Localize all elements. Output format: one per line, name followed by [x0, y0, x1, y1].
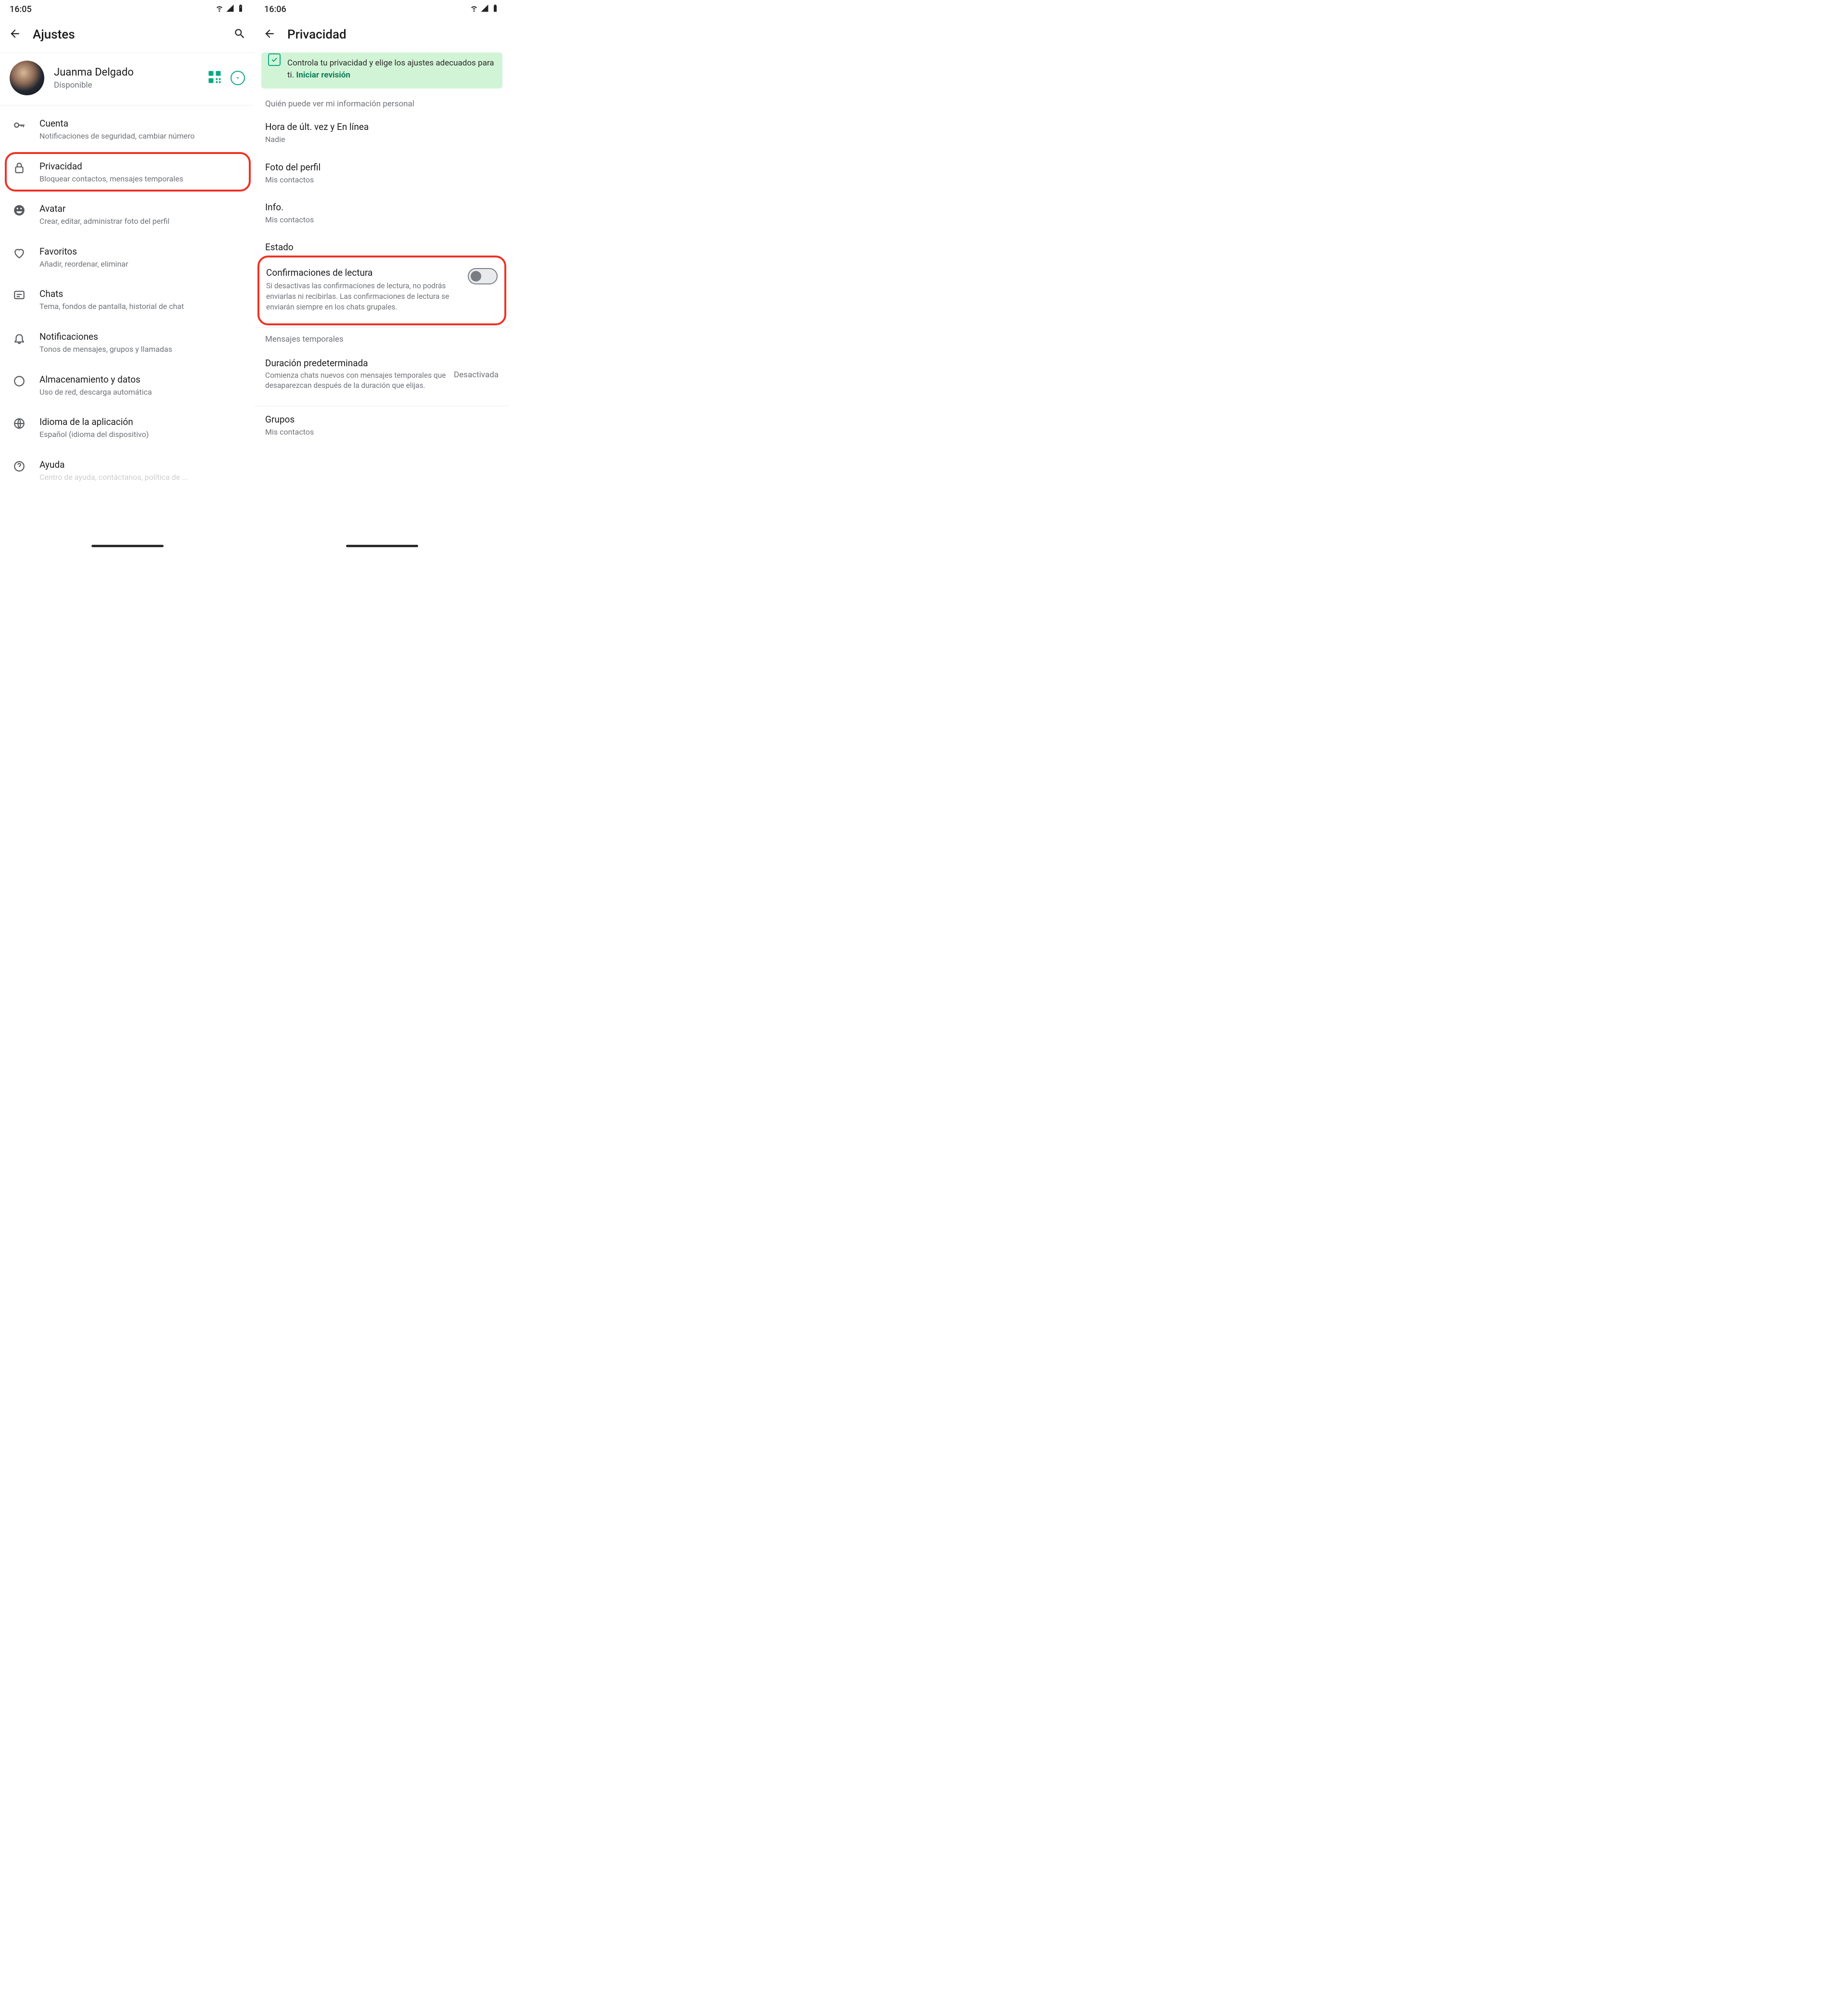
chat-icon — [12, 288, 27, 302]
help-icon — [12, 459, 27, 473]
section-header-personal: Quién puede ver mi información personal — [255, 92, 509, 114]
item-title: Avatar — [39, 203, 245, 214]
appbar-left: Ajustes — [0, 18, 255, 52]
nav-handle[interactable] — [0, 545, 255, 547]
settings-item-notificaciones[interactable]: Notificaciones Tonos de mensajes, grupos… — [0, 321, 255, 364]
item-value: Nadie — [265, 134, 499, 145]
privacy-item-profilephoto[interactable]: Foto del perfil Mis contactos — [255, 154, 509, 194]
settings-item-privacidad[interactable]: Privacidad Bloquear contactos, mensajes … — [0, 151, 255, 194]
appbar-right: Privacidad — [255, 18, 509, 52]
profile-row[interactable]: Juanma Delgado Disponible — [0, 53, 255, 105]
statusbar-left: 16:05 — [0, 0, 255, 18]
item-subtitle: Tema, fondos de pantalla, historial de c… — [39, 301, 245, 312]
chevron-down-icon[interactable] — [231, 71, 245, 85]
cellular-icon — [480, 4, 489, 15]
bell-icon — [12, 331, 27, 345]
wifi-icon — [470, 4, 478, 15]
battery-icon — [236, 4, 245, 15]
item-title: Grupos — [265, 414, 499, 425]
section-header-temp: Mensajes temporales — [255, 328, 509, 349]
privacy-item-info[interactable]: Info. Mis contactos — [255, 194, 509, 234]
privacy-item-read-receipts[interactable]: Confirmaciones de lectura Si desactivas … — [261, 258, 502, 322]
privacy-item-duration[interactable]: Duración predeterminada Comienza chats n… — [255, 349, 509, 401]
privacy-banner[interactable]: Controla tu privacidad y elige los ajust… — [261, 52, 502, 89]
settings-item-favoritos[interactable]: Favoritos Añadir, reordenar, eliminar — [0, 236, 255, 279]
settings-item-idioma[interactable]: Idioma de la aplicación Español (idioma … — [0, 407, 255, 449]
item-title: Foto del perfil — [265, 162, 499, 173]
privacy-item-grupos[interactable]: Grupos Mis contactos — [255, 406, 509, 446]
avatar[interactable] — [10, 61, 44, 95]
settings-item-ayuda[interactable]: Ayuda Centro de ayuda, contáctanos, polí… — [0, 449, 255, 483]
battery-icon — [491, 4, 500, 15]
statusbar-right: 16:06 — [255, 0, 509, 18]
page-title: Ajustes — [33, 27, 222, 42]
status-time: 16:06 — [264, 4, 286, 14]
check-icon — [268, 53, 281, 66]
settings-item-chats[interactable]: Chats Tema, fondos de pantalla, historia… — [0, 279, 255, 321]
heart-icon — [12, 246, 27, 259]
status-time: 16:05 — [10, 4, 32, 14]
privacy-item-lastseen[interactable]: Hora de últ. vez y En línea Nadie — [255, 114, 509, 154]
face-icon — [12, 203, 27, 217]
item-subtitle: Añadir, reordenar, eliminar — [39, 259, 245, 270]
settings-item-almacenamiento[interactable]: Almacenamiento y datos Uso de red, desca… — [0, 364, 255, 407]
item-subtitle: Centro de ayuda, contáctanos, política d… — [39, 472, 245, 483]
item-title: Duración predeterminada — [265, 358, 446, 369]
item-description: Comienza chats nuevos con mensajes tempo… — [265, 371, 446, 391]
item-title: Notificaciones — [39, 331, 245, 342]
item-subtitle: Tonos de mensajes, grupos y llamadas — [39, 344, 245, 355]
banner-link[interactable]: Iniciar revisión — [296, 70, 350, 80]
item-title: Favoritos — [39, 246, 245, 257]
item-title: Info. — [265, 202, 499, 213]
back-icon[interactable] — [9, 27, 21, 42]
item-state: Desactivada — [454, 358, 499, 380]
privacy-item-estado[interactable]: Estado — [255, 234, 509, 258]
item-title: Cuenta — [39, 118, 245, 129]
item-description: Si desactivas las confirmaciones de lect… — [266, 281, 461, 312]
status-icons — [215, 4, 245, 15]
item-title: Hora de últ. vez y En línea — [265, 121, 499, 132]
item-subtitle: Bloquear contactos, mensajes temporales — [39, 174, 245, 184]
item-subtitle: Crear, editar, administrar foto del perf… — [39, 216, 245, 227]
item-value: Mis contactos — [265, 215, 499, 225]
nav-handle[interactable] — [255, 545, 509, 547]
qr-icon[interactable] — [207, 70, 222, 86]
item-title: Estado — [265, 242, 499, 253]
status-icons — [470, 4, 500, 15]
item-title: Almacenamiento y datos — [39, 374, 245, 385]
item-subtitle: Uso de red, descarga automática — [39, 387, 245, 398]
page-title: Privacidad — [287, 27, 500, 42]
storage-icon — [12, 374, 27, 387]
profile-name: Juanma Delgado — [54, 66, 198, 78]
item-title: Ayuda — [39, 459, 245, 470]
item-subtitle: Notificaciones de seguridad, cambiar núm… — [39, 131, 245, 141]
settings-list: Cuenta Notificaciones de seguridad, camb… — [0, 105, 255, 482]
item-value: Mis contactos — [265, 175, 499, 185]
globe-icon — [12, 416, 27, 430]
lock-icon — [12, 161, 27, 174]
settings-item-cuenta[interactable]: Cuenta Notificaciones de seguridad, camb… — [0, 108, 255, 151]
item-title: Idioma de la aplicación — [39, 416, 245, 427]
wifi-icon — [215, 4, 224, 15]
settings-item-avatar[interactable]: Avatar Crear, editar, administrar foto d… — [0, 193, 255, 236]
profile-status: Disponible — [54, 80, 198, 90]
key-icon — [12, 118, 27, 131]
read-receipts-toggle[interactable] — [468, 268, 498, 284]
cellular-icon — [226, 4, 234, 15]
item-subtitle: Español (idioma del dispositivo) — [39, 429, 245, 440]
search-icon[interactable] — [233, 27, 246, 42]
item-title: Privacidad — [39, 161, 245, 172]
item-value: Mis contactos — [265, 427, 499, 437]
item-title: Chats — [39, 288, 245, 299]
back-icon[interactable] — [263, 27, 276, 42]
item-title: Confirmaciones de lectura — [266, 267, 461, 278]
